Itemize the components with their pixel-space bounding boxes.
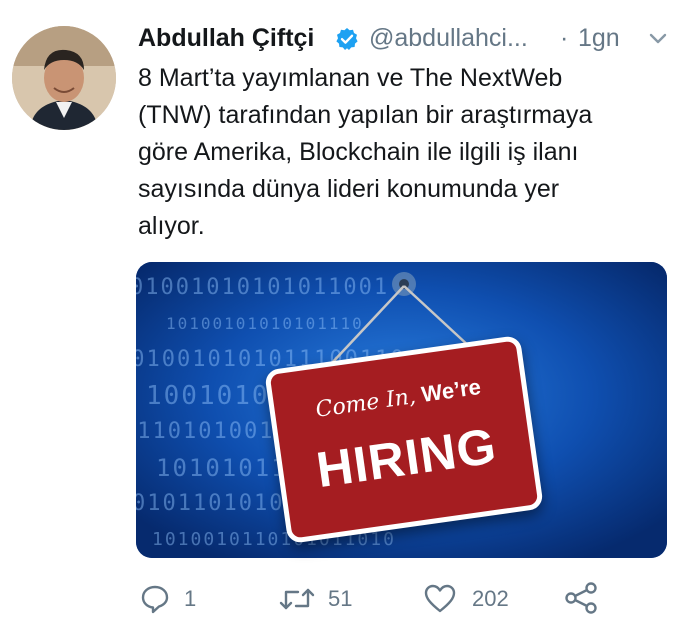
tweet-text-line: göre Amerika, Blockchain ile ilgili iş i… [138,138,579,166]
tweet-text-line: sayısında dünya lideri konumunda yer [138,175,560,203]
verified-badge-icon [336,28,358,50]
share-button[interactable] [564,580,604,620]
sign-hiring-text: HIRING [313,417,501,499]
timestamp[interactable]: 1gn [578,24,620,53]
reply-icon [141,585,169,614]
chevron-down-icon[interactable] [648,32,668,46]
binary-row: 1010010110101011010 [152,529,396,550]
retweet-button[interactable]: 51 [278,580,378,620]
like-button[interactable]: 202 [424,580,534,620]
binary-row: 10100101010101110 [166,314,364,333]
separator: · [560,24,569,52]
retweet-icon [279,588,315,610]
handle[interactable]: @abdullahci... [369,24,528,53]
tweet-text-line: alıyor. [138,212,205,240]
share-icon [565,582,597,614]
avatar[interactable] [12,26,116,130]
binary-row: 01001010101011001 [136,275,390,300]
tweet[interactable]: Abdullah Çiftçi @abdullahci... · 1gn 8 M… [0,0,690,639]
like-count: 202 [472,586,509,611]
tweet-actions: 1 51 202 [136,580,676,620]
retweet-count: 51 [328,586,353,611]
reply-button[interactable]: 1 [136,580,216,620]
sign-script-text: Come In, [314,384,418,423]
tweet-text: 8 Mart’ta yayımlanan ve The NextWeb (TNW… [138,60,678,245]
tweet-header: Abdullah Çiftçi @abdullahci... · 1gn [138,22,678,58]
tweet-text-line: 8 Mart’ta yayımlanan ve The NextWeb [138,64,563,92]
sign-bold-text: We’re [419,373,483,407]
heart-icon [424,584,456,613]
display-name[interactable]: Abdullah Çiftçi [138,24,314,53]
tweet-text-line: (TNW) tarafından yapılan bir araştırmaya [138,101,593,129]
reply-count: 1 [184,586,197,611]
hiring-sign: Come In, We’re HIRING [264,334,544,545]
